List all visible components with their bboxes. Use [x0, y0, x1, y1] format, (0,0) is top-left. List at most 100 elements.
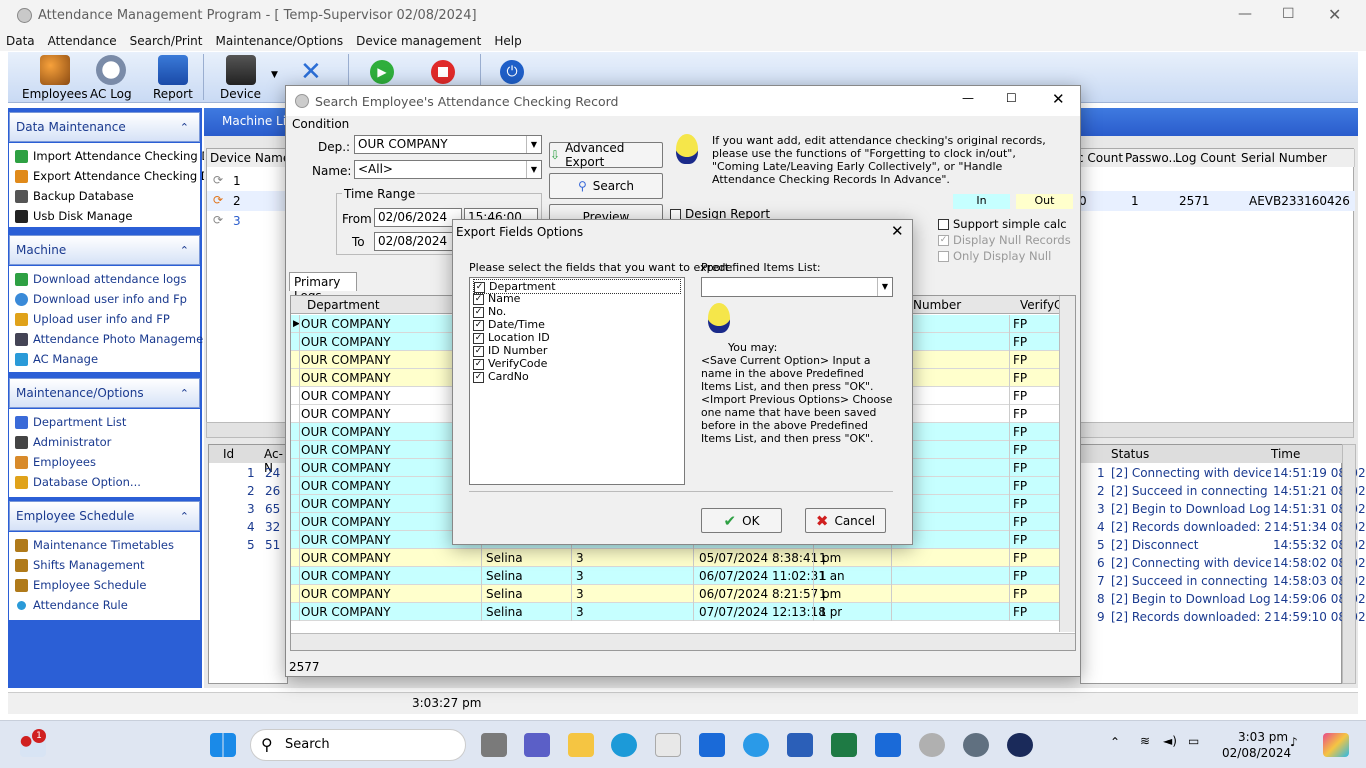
checkbox[interactable]: ✓: [473, 371, 484, 383]
settings-icon[interactable]: [963, 733, 989, 757]
list-item[interactable]: 5 51: [209, 536, 289, 554]
help-icon[interactable]: [743, 733, 769, 757]
department-select[interactable]: OUR COMPANY ▼: [354, 135, 542, 154]
predefined-items-select[interactable]: ▼: [701, 277, 893, 297]
chevron-up-icon[interactable]: ⌃: [1110, 735, 1120, 749]
edge-icon[interactable]: [611, 733, 637, 757]
device-dropdown-icon[interactable]: ▼: [271, 70, 278, 80]
menu-help[interactable]: Help: [494, 34, 521, 48]
sidebar-item-department[interactable]: Department List: [15, 415, 126, 429]
menu-attendance[interactable]: Attendance: [48, 34, 117, 48]
sidebar-item-backup[interactable]: Backup Database: [15, 189, 134, 203]
to-date-input[interactable]: 02/08/2024: [374, 232, 462, 251]
field-checkbox-item[interactable]: ✓ Name: [473, 292, 520, 305]
file-explorer-icon[interactable]: [568, 733, 594, 757]
list-item[interactable]: 3 65: [209, 500, 289, 518]
maximize-icon[interactable]: ☐: [1006, 91, 1017, 105]
collapse-icon[interactable]: ⌃: [180, 510, 189, 523]
list-item[interactable]: 1 24: [209, 464, 289, 482]
status-row[interactable]: 9 [2] Records downloaded: 25 14:59:10 08-0…: [1081, 608, 1366, 626]
display-null-checkbox[interactable]: ✓ Display Null Records: [938, 233, 1071, 247]
only-null-checkbox[interactable]: Only Display Null: [938, 249, 1051, 263]
report-button[interactable]: Report: [153, 55, 193, 101]
checkbox[interactable]: ✓: [473, 358, 484, 370]
close-icon[interactable]: ✕: [1328, 5, 1341, 24]
teams-icon[interactable]: [524, 733, 550, 757]
sidebar-item-schedule[interactable]: Employee Schedule: [15, 578, 146, 592]
status-row[interactable]: 6 [2] Connecting with device,pl 14:58:02 0…: [1081, 554, 1366, 572]
field-checkbox-item[interactable]: ✓ No.: [473, 305, 506, 318]
checkbox[interactable]: ✓: [473, 306, 484, 318]
section-maintenance-options[interactable]: Maintenance/Options ⌃: [9, 378, 200, 408]
cancel-button[interactable]: ✖ Cancel: [805, 508, 886, 533]
clock-time[interactable]: 3:03 pm: [1238, 730, 1288, 744]
maximize-icon[interactable]: ☐: [1282, 6, 1295, 22]
sidebar-item-administrator[interactable]: Administrator: [15, 435, 111, 449]
menu-maintenance[interactable]: Maintenance/Options: [215, 34, 343, 48]
sidebar-item-rule[interactable]: Attendance Rule: [15, 598, 128, 612]
bell-icon[interactable]: ♪: [1290, 735, 1298, 749]
word-icon[interactable]: [787, 733, 813, 757]
sidebar-item-export[interactable]: Export Attendance Checking Data: [15, 169, 228, 183]
battery-icon[interactable]: ▭: [1188, 734, 1199, 748]
status-row[interactable]: 1 [2] Connecting with device,pl 14:51:19 0…: [1081, 464, 1366, 482]
stop-icon[interactable]: [431, 60, 455, 84]
sidebar-item-photo[interactable]: Attendance Photo Management: [15, 332, 215, 346]
checkbox[interactable]: ✓: [473, 319, 484, 331]
list-item[interactable]: 4 32: [209, 518, 289, 536]
menu-search-print[interactable]: Search/Print: [130, 34, 203, 48]
minimize-icon[interactable]: —: [962, 91, 974, 105]
volume-icon[interactable]: ◄): [1163, 734, 1177, 748]
copilot-icon[interactable]: [1323, 733, 1349, 757]
clock-date[interactable]: 02/08/2024: [1222, 746, 1291, 760]
sidebar-item-download-logs[interactable]: Download attendance logs: [15, 272, 186, 286]
collapse-icon[interactable]: ⌃: [180, 387, 189, 400]
excel-icon[interactable]: [831, 733, 857, 757]
disconnect-icon[interactable]: ✕: [300, 59, 322, 85]
sidebar-item-import[interactable]: Import Attendance Checking Data: [15, 149, 229, 163]
section-data-maintenance[interactable]: Data Maintenance ⌃: [9, 112, 200, 142]
power-icon[interactable]: ⏻: [500, 60, 524, 84]
menu-device-management[interactable]: Device management: [356, 34, 481, 48]
sidebar-item-upload-user[interactable]: Upload user info and FP: [15, 312, 170, 326]
employees-button[interactable]: Employees: [22, 55, 88, 101]
status-row[interactable]: 4 [2] Records downloaded: 25 14:51:34 08-0…: [1081, 518, 1366, 536]
ok-button[interactable]: ✔ OK: [701, 508, 782, 533]
app-running-icon[interactable]: [1007, 733, 1033, 757]
windows-start-icon[interactable]: [210, 733, 236, 757]
sidebar-item-download-user[interactable]: Download user info and Fp: [15, 292, 187, 306]
sidebar-item-shifts[interactable]: Shifts Management: [15, 558, 145, 572]
sidebar-item-timetables[interactable]: Maintenance Timetables: [15, 538, 174, 552]
start-icon[interactable]: ▶: [370, 60, 394, 84]
advanced-export-button[interactable]: ⇩ Advanced Export: [549, 141, 663, 169]
minimize-icon[interactable]: —: [1238, 6, 1252, 22]
logs-horizontal-scrollbar[interactable]: [291, 633, 1075, 650]
log-row[interactable]: OUR COMPANY Selina 3 06/07/2024 8:21:57 pm 1…: [291, 585, 1059, 603]
close-icon[interactable]: ✕: [891, 222, 904, 240]
field-checkbox-item[interactable]: ✓ VerifyCode: [473, 357, 547, 370]
task-view-icon[interactable]: [481, 733, 507, 757]
menu-data[interactable]: Data: [6, 34, 35, 48]
field-checkbox-item[interactable]: ✓ Location ID: [473, 331, 550, 344]
hp-icon[interactable]: [699, 733, 725, 757]
status-row[interactable]: 5 [2] Disconnect 14:55:32 08-02: [1081, 536, 1366, 554]
name-select[interactable]: <All> ▼: [354, 160, 542, 179]
log-row[interactable]: OUR COMPANY Selina 3 07/07/2024 12:13:18 pr…: [291, 603, 1059, 621]
field-checkbox-item[interactable]: ✓ Date/Time: [473, 318, 545, 331]
field-checkbox-item[interactable]: ✓ ID Number: [473, 344, 547, 357]
taskbar-search[interactable]: ⚲ Search: [250, 729, 466, 761]
primary-logs-tab[interactable]: Primary Logs: [289, 272, 357, 303]
sidebar-item-database[interactable]: Database Option...: [15, 475, 141, 489]
device-button[interactable]: Device: [220, 55, 261, 101]
sidebar-item-employees[interactable]: Employees: [15, 455, 96, 469]
log-row[interactable]: OUR COMPANY Selina 3 06/07/2024 11:02:31 an…: [291, 567, 1059, 585]
collapse-icon[interactable]: ⌃: [180, 244, 189, 257]
list-item[interactable]: 2 26: [209, 482, 289, 500]
vertical-scrollbar[interactable]: [1342, 444, 1356, 684]
status-row[interactable]: 3 [2] Begin to Download Log 14:51:31 08-02: [1081, 500, 1366, 518]
status-row[interactable]: 2 [2] Succeed in connecting wi 14:51:21 08…: [1081, 482, 1366, 500]
section-employee-schedule[interactable]: Employee Schedule ⌃: [9, 501, 200, 531]
sidebar-item-usb[interactable]: Usb Disk Manage: [15, 209, 132, 223]
profile-icon[interactable]: [919, 733, 945, 757]
status-row[interactable]: 7 [2] Succeed in connecting wi 14:58:03 08…: [1081, 572, 1366, 590]
